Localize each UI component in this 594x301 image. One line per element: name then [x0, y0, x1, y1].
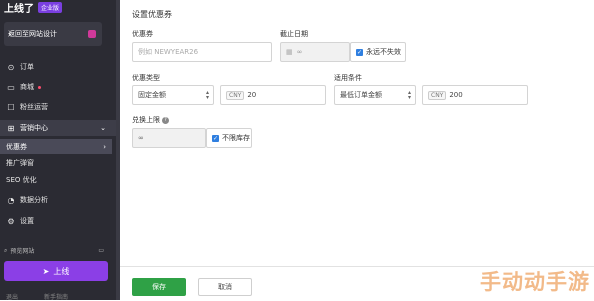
deadline-value: ∞	[296, 48, 303, 56]
currency-tag: CNY	[226, 90, 245, 100]
min-order-amount-input[interactable]: CNY 200	[422, 85, 528, 105]
min-order-amount-value: 200	[449, 91, 463, 99]
marketing-icon: ⊞	[7, 123, 15, 133]
brand-name: 上线了	[4, 3, 34, 15]
calendar-icon: ▦	[286, 48, 293, 56]
monitor-icon: ▭	[98, 247, 104, 254]
condition-value: 最低订单金额	[340, 91, 382, 99]
sidebar-item-marketing[interactable]: ⊞ 营销中心 ⌄	[0, 120, 116, 136]
preview-label: 预览网站	[10, 248, 35, 255]
checkbox-checked-icon: ✓	[212, 134, 219, 142]
sidebar-item-label: 营销中心	[20, 124, 48, 132]
sidebar-subitem-coupons[interactable]: 优惠券 ›	[0, 139, 112, 154]
launch-label: 上线	[53, 266, 70, 276]
save-button[interactable]: 保存	[132, 278, 186, 296]
shop-icon: ▭	[7, 82, 15, 92]
sidebar-item-label: 粉丝运营	[20, 103, 48, 111]
unlimited-stock-label: 不限库存	[222, 134, 250, 142]
help-icon[interactable]: ?	[162, 116, 169, 124]
deadline-input[interactable]: ▦ ∞	[280, 42, 350, 62]
unlimited-stock-checkbox[interactable]: ✓ 不限库存	[206, 128, 252, 148]
coupon-type-select[interactable]: 固定金额 ▴ ▾	[132, 85, 214, 105]
back-label: 返回至网站设计	[8, 30, 57, 38]
sidebar-subitem-popup[interactable]: 推广弹窗	[0, 156, 112, 170]
sidebar-item-label: 订单	[20, 63, 34, 71]
sidebar-item-analytics[interactable]: ◔ 数据分析	[0, 192, 116, 208]
limit-label: 兑换上限	[132, 116, 160, 124]
notification-dot	[38, 85, 41, 89]
cancel-button[interactable]: 取消	[198, 278, 252, 296]
coupon-code-input[interactable]: 例如 NEWYEAR26	[132, 42, 272, 62]
limit-value: ∞	[138, 134, 144, 142]
currency-tag: CNY	[428, 90, 447, 100]
chevron-right-icon: ›	[103, 142, 106, 151]
sidebar-item-label: 设置	[20, 217, 34, 225]
sidebar: 上线了 企业版 ‹ 返回至网站设计 ⊙ 订单 ▭ 商城 ☐ 粉丝运营 ⊞ 营销中…	[0, 0, 116, 301]
sidebar-item-fans[interactable]: ☐ 粉丝运营	[0, 99, 116, 115]
brand-badge: 企业版	[38, 1, 63, 13]
sidebar-item-settings[interactable]: ⚙ 设置	[0, 213, 116, 229]
discount-amount-input[interactable]: CNY 20	[220, 85, 326, 105]
page-title: 设置优惠券	[132, 10, 172, 19]
sidebar-subitem-label: SEO 优化	[6, 176, 37, 184]
limit-label-row: 兑换上限 ?	[132, 115, 169, 125]
preview-site-link[interactable]: ⌕ 预览网站 ▭	[4, 246, 108, 256]
fans-icon: ☐	[7, 102, 15, 112]
select-arrows-icon: ▴ ▾	[205, 89, 209, 101]
sidebar-item-orders[interactable]: ⊙ 订单	[0, 59, 116, 75]
never-expire-checkbox[interactable]: ✓ 永远不失效	[350, 42, 406, 62]
brand: 上线了 企业版	[4, 0, 63, 15]
gear-icon: ⚙	[7, 216, 15, 226]
coupon-type-label: 优惠类型	[132, 74, 160, 82]
sidebar-subitem-seo[interactable]: SEO 优化	[0, 173, 112, 187]
sidebar-item-label: 数据分析	[20, 196, 48, 204]
select-arrows-icon: ▴ ▾	[407, 89, 411, 101]
analytics-icon: ◔	[7, 195, 15, 205]
back-to-site-design-button[interactable]: ‹ 返回至网站设计	[4, 22, 102, 46]
condition-select[interactable]: 最低订单金额 ▴ ▾	[334, 85, 416, 105]
launch-button[interactable]: ➤ 上线	[4, 261, 108, 281]
sidebar-item-label: 商城	[20, 83, 34, 91]
sidebar-subitem-label: 优惠券	[6, 142, 27, 151]
deadline-label: 截止日期	[280, 30, 308, 38]
coupon-label: 优惠券	[132, 30, 153, 38]
sidebar-subitem-label: 推广弹窗	[6, 159, 34, 167]
redemption-limit-input[interactable]: ∞	[132, 128, 206, 148]
discount-amount-value: 20	[247, 91, 257, 99]
rocket-icon: ➤	[42, 266, 50, 276]
coupon-code-placeholder: 例如 NEWYEAR26	[138, 48, 199, 56]
chevron-down-icon: ⌄	[100, 124, 106, 132]
site-thumbnail-icon	[88, 30, 96, 38]
never-expire-label: 永远不失效	[366, 48, 401, 56]
coupon-type-value: 固定金额	[138, 91, 166, 99]
search-icon: ⌕	[4, 246, 8, 254]
checkbox-checked-icon: ✓	[356, 48, 363, 56]
watermark: 手动动手游	[480, 270, 590, 294]
condition-label: 适用条件	[334, 74, 362, 82]
order-icon: ⊙	[7, 62, 15, 72]
coupon-form: 设置优惠券 优惠券 例如 NEWYEAR26 截止日期 ▦ ∞ ✓ 永远不失效 …	[120, 0, 594, 300]
sidebar-item-shop[interactable]: ▭ 商城	[0, 79, 116, 95]
